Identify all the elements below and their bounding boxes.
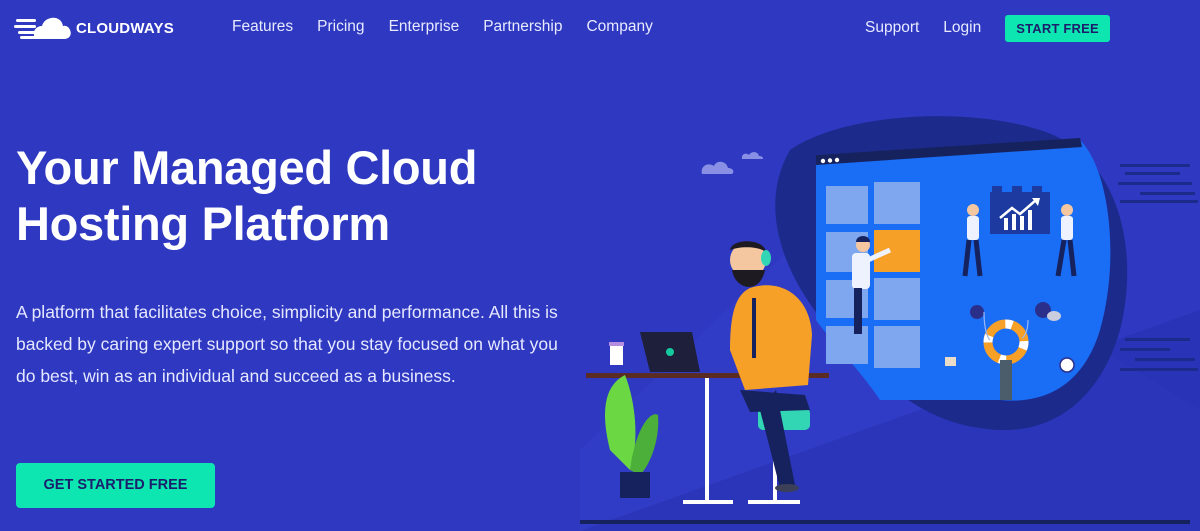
hero-title: Your Managed Cloud Hosting Platform <box>16 140 576 252</box>
get-started-free-button[interactable]: GET STARTED FREE <box>16 463 215 508</box>
small-clouds-icon <box>701 152 763 174</box>
start-free-button[interactable]: START FREE <box>1005 14 1110 42</box>
highlighted-card <box>874 230 920 272</box>
clock-icon <box>1059 357 1075 373</box>
brand-name: CLOUDWAYS <box>76 19 174 37</box>
growth-chart-sign <box>990 186 1050 234</box>
brand-logo[interactable]: CLOUDWAYS <box>14 14 174 42</box>
phone-icon <box>970 305 984 319</box>
headset-icon <box>761 250 771 266</box>
hero-illustration <box>580 116 1200 531</box>
floor-line <box>580 520 1190 524</box>
nav-right-group: Support Login START FREE <box>865 14 1110 42</box>
nav-enterprise[interactable]: Enterprise <box>389 18 460 36</box>
nav-pricing[interactable]: Pricing <box>317 18 364 36</box>
hero-title-line-1: Your Managed Cloud <box>16 141 478 194</box>
main-menu: Features Pricing Enterprise Partnership … <box>232 18 677 36</box>
nav-company[interactable]: Company <box>586 18 652 36</box>
coffee-cup <box>610 345 623 365</box>
nav-login[interactable]: Login <box>943 14 981 42</box>
hero-title-line-2: Hosting Platform <box>16 197 390 250</box>
nav-partnership[interactable]: Partnership <box>483 18 562 36</box>
nav-support[interactable]: Support <box>865 14 919 42</box>
nav-features[interactable]: Features <box>232 18 293 36</box>
top-navigation: CLOUDWAYS Features Pricing Enterprise Pa… <box>0 0 1200 56</box>
mail-icon <box>945 357 956 366</box>
cloud-speed-icon <box>14 17 71 39</box>
speed-lines <box>1118 164 1198 371</box>
hero-description: A platform that facilitates choice, simp… <box>16 302 558 386</box>
